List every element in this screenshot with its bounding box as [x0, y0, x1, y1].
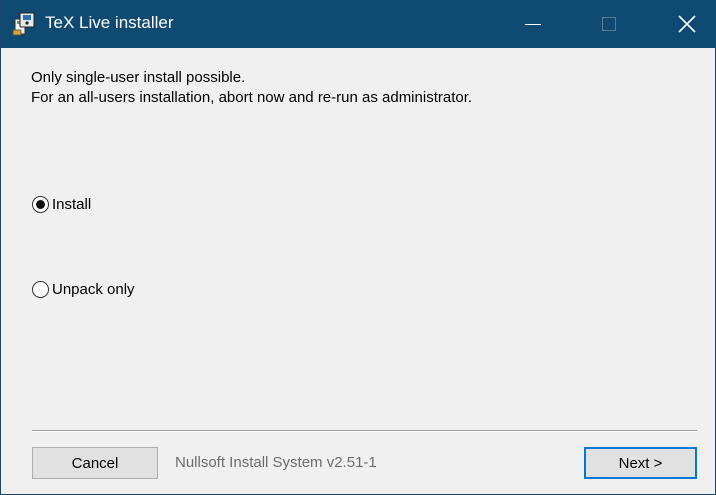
info-message: Only single-user install possible. For a… — [31, 68, 472, 108]
unpack-only-option[interactable]: Unpack only — [32, 278, 135, 300]
close-icon — [678, 15, 696, 33]
maximize-icon — [602, 17, 616, 31]
cancel-button[interactable]: Cancel — [32, 447, 158, 479]
title-bar[interactable]: TeX Live installer — [1, 0, 716, 48]
next-button[interactable]: Next > — [584, 447, 697, 479]
window-title: TeX Live installer — [45, 13, 174, 32]
install-option[interactable]: Install — [32, 193, 91, 215]
install-radio[interactable] — [32, 195, 49, 213]
close-button[interactable] — [658, 0, 716, 48]
install-label[interactable]: Install — [52, 196, 91, 213]
unpack-only-radio[interactable] — [32, 280, 49, 298]
installer-window: TeX Live installer Only single-user inst… — [0, 0, 716, 495]
minimize-button[interactable] — [504, 0, 562, 48]
footer-separator — [32, 430, 697, 432]
minimize-icon — [525, 24, 541, 25]
message-line-1: Only single-user install possible. — [31, 69, 246, 86]
maximize-button[interactable] — [581, 0, 639, 48]
branding-text: Nullsoft Install System v2.51-1 — [175, 454, 377, 471]
installer-icon — [12, 12, 35, 36]
unpack-only-label[interactable]: Unpack only — [52, 281, 135, 298]
message-line-2: For an all-users installation, abort now… — [31, 89, 473, 106]
